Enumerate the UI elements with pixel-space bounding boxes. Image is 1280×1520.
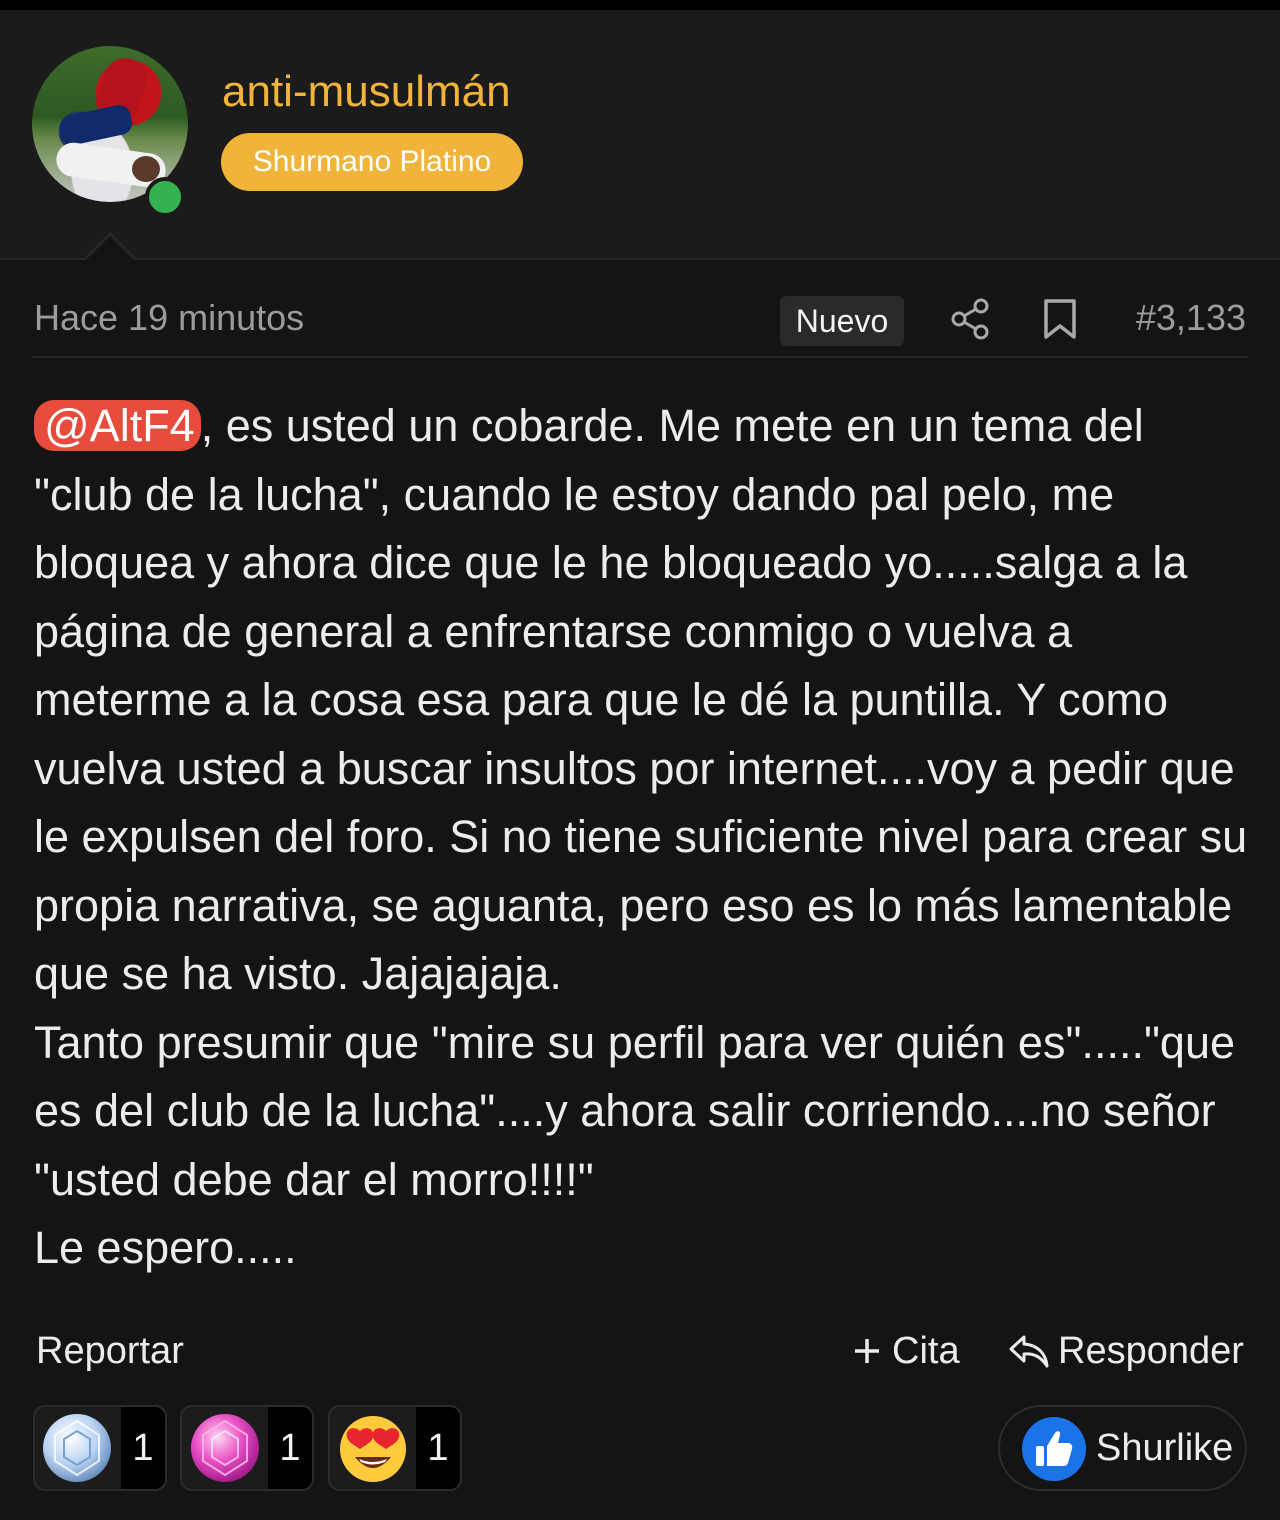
reply-arrow-icon [1009,1335,1049,1368]
report-link[interactable]: Reportar [36,1326,184,1376]
header-divider [0,258,1280,260]
post-body: @AltF4, es usted un cobarde. Me mete en … [34,392,1254,1283]
user-mention[interactable]: @AltF4 [34,400,201,451]
reaction-count: 1 [121,1407,165,1489]
shurlike-label: Shurlike [1096,1427,1234,1469]
plus-icon [855,1339,879,1363]
post-paragraph: Tanto presumir que "mire su perfil para … [34,1016,1236,1205]
quote-label: Cita [892,1330,960,1372]
author-header [0,10,1280,258]
reaction-count: 1 [268,1407,312,1489]
post-paragraph-text: , es usted un cobarde. Me mete en un tem… [34,400,1248,999]
quote-button[interactable]: Cita [852,1326,960,1376]
pink-gem-icon [191,1414,259,1482]
reaction-diamond[interactable]: 1 [33,1405,167,1491]
reaction-pink-gem[interactable]: 1 [180,1405,314,1491]
new-tag: Nuevo [780,296,904,346]
reaction-heart-eyes-cell [330,1407,416,1489]
post-timestamp[interactable]: Hace 19 minutos [34,294,304,342]
meta-divider [32,356,1248,358]
heart-eyes-emoji-icon [340,1416,406,1482]
reply-button[interactable]: Responder [1008,1326,1244,1376]
author-username[interactable]: anti-musulmán [222,64,511,120]
reaction-pink-gem-cell [182,1407,268,1489]
reaction-count: 1 [416,1407,460,1489]
reaction-diamond-cell [35,1407,121,1489]
author-rank-badge: Shurmano Platino [221,133,523,191]
post-paragraph: Le espero..... [34,1222,297,1273]
shurlike-button[interactable]: Shurlike [998,1405,1247,1491]
post-paragraph: @AltF4, es usted un cobarde. Me mete en … [34,392,1254,1009]
avatar-figure-blue [57,102,135,148]
thumbs-up-icon [1022,1417,1086,1481]
share-icon[interactable] [950,297,990,341]
online-status-dot [145,177,185,217]
top-bar [0,0,1280,10]
bookmark-icon[interactable] [1042,298,1078,340]
diamond-icon [43,1414,111,1482]
reaction-heart-eyes[interactable]: 1 [328,1405,462,1491]
reply-label: Responder [1058,1330,1244,1372]
header-pointer-inner [86,236,134,260]
post-number[interactable]: #3,133 [1110,294,1246,342]
